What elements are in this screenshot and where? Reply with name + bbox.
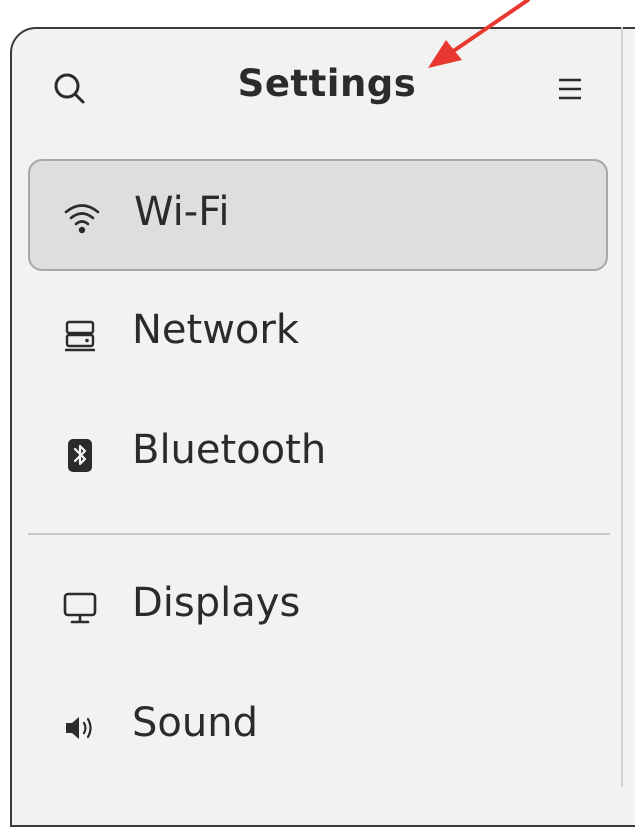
wifi-icon [62, 197, 102, 237]
bluetooth-icon [60, 435, 100, 475]
search-button[interactable] [50, 69, 90, 109]
settings-window: Settings Wi-Fi Network Bluetooth Display… [10, 27, 635, 827]
sidebar-item-label: Network [132, 307, 300, 353]
sidebar-item-label: Wi-Fi [134, 189, 230, 235]
hamburger-menu-icon [559, 78, 581, 100]
network-icon [60, 315, 100, 355]
sidebar-item-label: Sound [132, 700, 258, 746]
sidebar-item-label: Displays [132, 580, 301, 626]
header-bar: Settings [12, 29, 635, 144]
display-icon [60, 588, 100, 628]
sidebar-item-sound[interactable]: Sound [28, 672, 608, 784]
page-title: Settings [237, 62, 417, 105]
speaker-icon [60, 708, 100, 748]
sidebar-item-bluetooth[interactable]: Bluetooth [28, 399, 608, 511]
sidebar-item-displays[interactable]: Displays [28, 552, 608, 664]
sidebar-item-wifi[interactable]: Wi-Fi [28, 159, 608, 271]
pane-separator [621, 27, 623, 787]
search-icon [54, 73, 85, 104]
section-divider [28, 533, 610, 535]
sidebar-item-network[interactable]: Network [28, 279, 608, 391]
main-menu-button[interactable] [552, 71, 588, 107]
sidebar-item-label: Bluetooth [132, 427, 327, 473]
